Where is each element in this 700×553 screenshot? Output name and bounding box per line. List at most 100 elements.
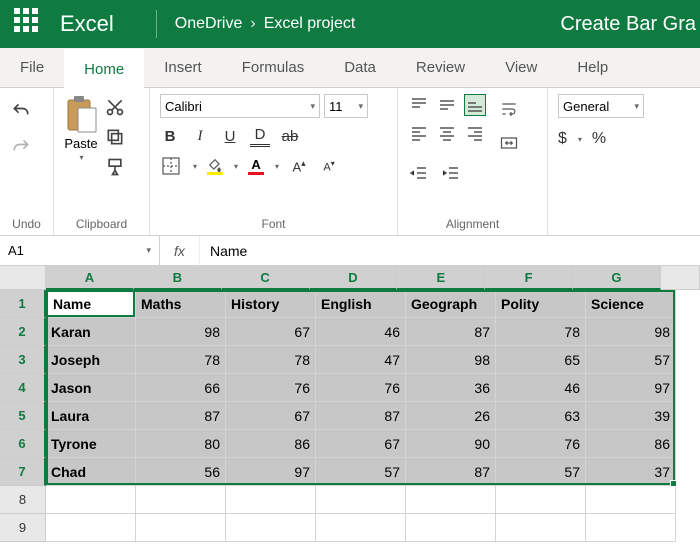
cell[interactable]: 26 — [406, 402, 496, 430]
cut-icon[interactable] — [104, 96, 126, 118]
row-header[interactable]: 1 — [0, 290, 46, 318]
format-painter-icon[interactable] — [104, 156, 126, 178]
borders-dropdown[interactable]: ▾ — [193, 162, 197, 171]
formula-input[interactable]: Name — [200, 243, 700, 259]
cell[interactable]: Geograph — [406, 290, 496, 318]
wrap-text-icon[interactable] — [498, 98, 520, 120]
breadcrumb-folder[interactable]: Excel project — [264, 15, 356, 33]
borders-button[interactable] — [160, 155, 182, 177]
currency-button[interactable]: $ — [558, 130, 567, 148]
paste-label[interactable]: Paste — [64, 136, 97, 151]
row-header[interactable]: 7 — [0, 458, 46, 486]
row-header[interactable]: 5 — [0, 402, 46, 430]
cell[interactable] — [136, 486, 226, 514]
copy-icon[interactable] — [104, 126, 126, 148]
align-bottom-icon[interactable] — [464, 94, 486, 116]
fontcolor-dropdown[interactable]: ▾ — [275, 162, 279, 171]
cell[interactable]: 97 — [586, 374, 676, 402]
decrease-indent-icon[interactable] — [408, 162, 430, 184]
undo-icon[interactable] — [10, 100, 32, 122]
cell[interactable]: 80 — [136, 430, 226, 458]
cell[interactable]: 47 — [316, 346, 406, 374]
tab-view[interactable]: View — [485, 48, 557, 87]
cell[interactable]: Laura — [46, 402, 136, 430]
align-middle-icon[interactable] — [436, 94, 458, 116]
column-header[interactable]: E — [397, 266, 485, 290]
cell[interactable] — [586, 486, 676, 514]
cell[interactable]: 76 — [316, 374, 406, 402]
cell[interactable]: 36 — [406, 374, 496, 402]
cell[interactable]: Jason — [46, 374, 136, 402]
cell[interactable]: 46 — [316, 318, 406, 346]
tab-home[interactable]: Home — [64, 49, 144, 88]
row-header[interactable]: 8 — [0, 486, 46, 514]
document-title[interactable]: Create Bar Gra — [560, 13, 696, 36]
cell[interactable] — [406, 486, 496, 514]
cell[interactable] — [226, 486, 316, 514]
cell[interactable]: 39 — [586, 402, 676, 430]
shrink-font-button[interactable]: A▾ — [319, 159, 339, 174]
cell[interactable]: 56 — [136, 458, 226, 486]
percent-button[interactable]: % — [592, 130, 606, 148]
cell[interactable]: 67 — [226, 318, 316, 346]
cell[interactable] — [496, 514, 586, 542]
cell[interactable] — [496, 486, 586, 514]
cell[interactable]: 98 — [136, 318, 226, 346]
cell[interactable]: 78 — [226, 346, 316, 374]
cell[interactable]: Polity — [496, 290, 586, 318]
cell[interactable]: 78 — [496, 318, 586, 346]
row-header[interactable]: 4 — [0, 374, 46, 402]
align-top-icon[interactable] — [408, 94, 430, 116]
column-header[interactable]: F — [485, 266, 573, 290]
fill-color-button[interactable] — [207, 158, 223, 175]
cell[interactable] — [586, 514, 676, 542]
cell[interactable]: Science — [586, 290, 676, 318]
column-header[interactable] — [661, 266, 700, 290]
redo-icon[interactable] — [10, 136, 32, 158]
cell[interactable]: Karan — [46, 318, 136, 346]
active-cell[interactable]: Name — [46, 290, 135, 317]
tab-help[interactable]: Help — [557, 48, 628, 87]
row-header[interactable]: 2 — [0, 318, 46, 346]
cell[interactable]: 76 — [496, 430, 586, 458]
increase-indent-icon[interactable] — [440, 162, 462, 184]
font-name-combo[interactable]: Calibri▾ — [160, 94, 320, 118]
cell[interactable] — [226, 514, 316, 542]
currency-dropdown[interactable]: ▾ — [578, 135, 582, 144]
select-all-corner[interactable] — [0, 266, 46, 290]
cell[interactable]: Joseph — [46, 346, 136, 374]
cell[interactable]: 37 — [586, 458, 676, 486]
cell[interactable] — [46, 514, 136, 542]
align-left-icon[interactable] — [408, 122, 430, 144]
cell[interactable] — [406, 514, 496, 542]
tab-review[interactable]: Review — [396, 48, 485, 87]
cell[interactable]: 86 — [586, 430, 676, 458]
strikethrough-button[interactable]: ab — [280, 128, 300, 145]
cell[interactable]: 66 — [136, 374, 226, 402]
column-header[interactable]: C — [222, 266, 310, 290]
cell[interactable]: Chad — [46, 458, 136, 486]
cell[interactable]: 76 — [226, 374, 316, 402]
cell[interactable]: 57 — [316, 458, 406, 486]
cell[interactable]: 78 — [136, 346, 226, 374]
paste-icon[interactable] — [64, 94, 98, 134]
grow-font-button[interactable]: A▴ — [289, 158, 309, 174]
app-launcher-icon[interactable] — [14, 8, 46, 40]
cell[interactable]: 86 — [226, 430, 316, 458]
name-box[interactable]: A1▾ — [0, 236, 160, 265]
cell[interactable]: 98 — [586, 318, 676, 346]
cell[interactable]: 67 — [226, 402, 316, 430]
row-header[interactable]: 3 — [0, 346, 46, 374]
cell[interactable]: 87 — [136, 402, 226, 430]
cell[interactable]: Maths — [136, 290, 226, 318]
tab-insert[interactable]: Insert — [144, 48, 222, 87]
merge-cells-icon[interactable] — [498, 132, 520, 154]
breadcrumb-location[interactable]: OneDrive — [175, 15, 243, 33]
cell[interactable] — [46, 486, 136, 514]
tab-file[interactable]: File — [0, 48, 64, 87]
cell[interactable]: 65 — [496, 346, 586, 374]
cell[interactable]: 87 — [406, 458, 496, 486]
column-header[interactable]: G — [573, 266, 661, 290]
cell[interactable]: Tyrone — [46, 430, 136, 458]
cell[interactable]: 87 — [316, 402, 406, 430]
